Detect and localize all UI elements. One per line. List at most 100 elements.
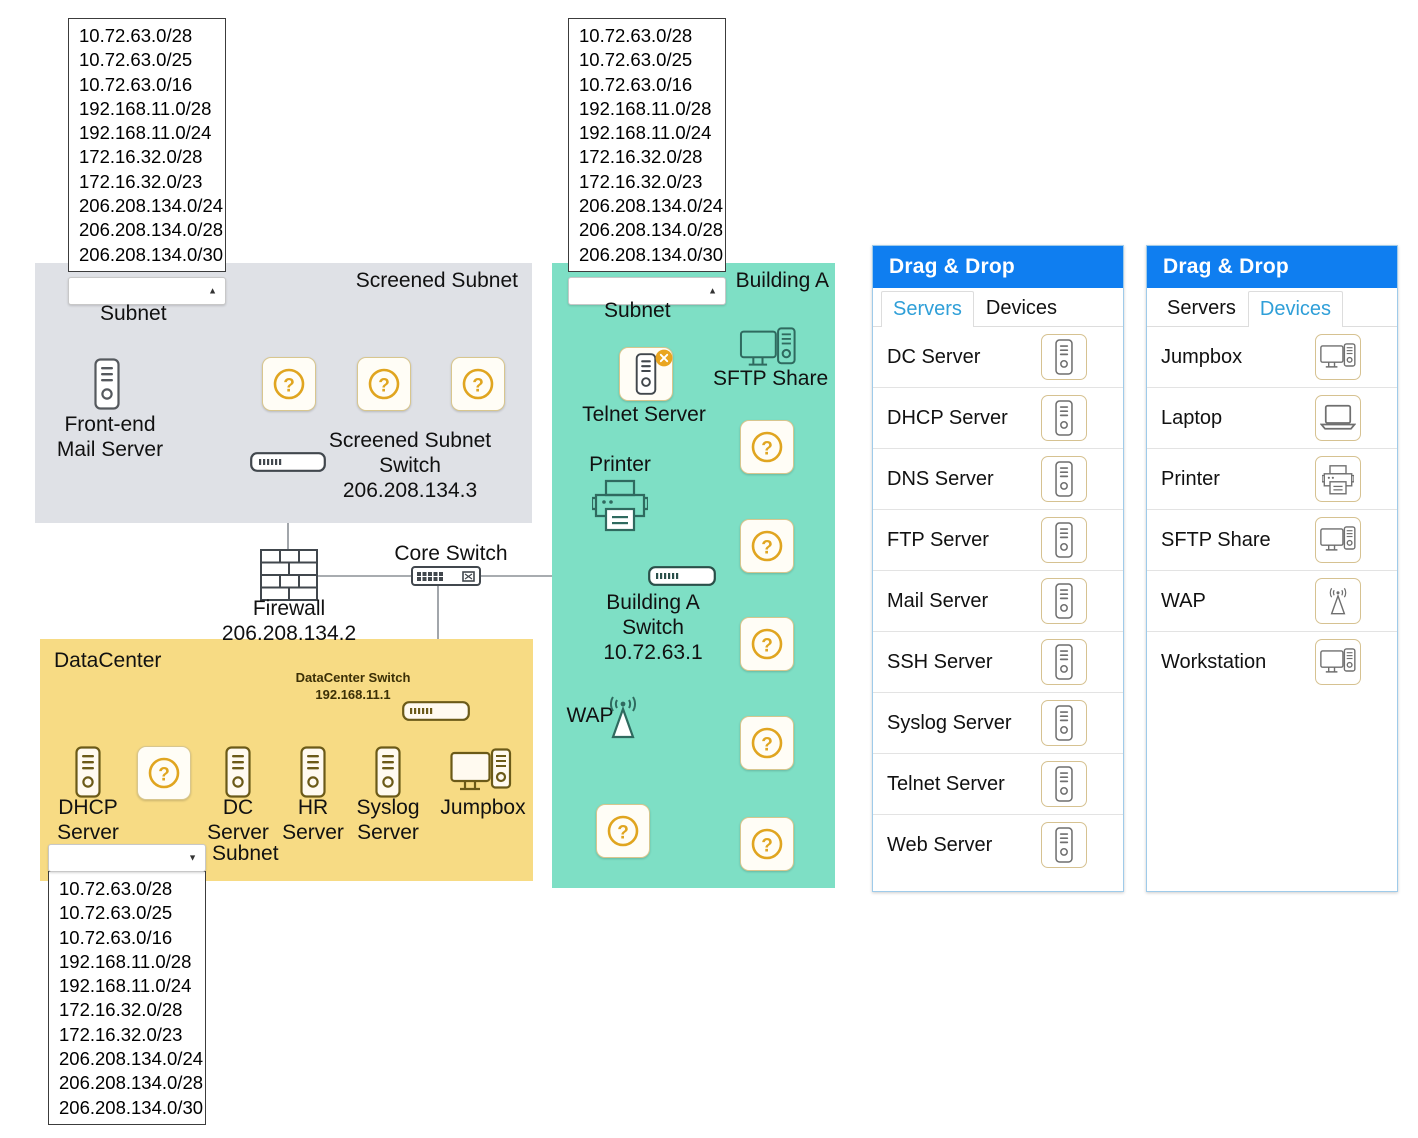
server-icon[interactable] <box>1041 395 1087 441</box>
drag-drop-item[interactable]: DNS Server <box>873 449 1123 510</box>
unknown-node-screened-2[interactable]: ? <box>357 357 411 411</box>
subnet-option[interactable]: 10.72.63.0/16 <box>69 73 225 97</box>
subnet-option[interactable]: 172.16.32.0/23 <box>49 1023 205 1047</box>
jumpbox-label: Jumpbox <box>428 795 538 820</box>
subnet-option[interactable]: 10.72.63.0/28 <box>49 877 205 901</box>
subnet-option[interactable]: 172.16.32.0/28 <box>49 998 205 1022</box>
zone-screened-subnet-title: Screened Subnet <box>355 269 518 292</box>
subnet-option[interactable]: 206.208.134.0/30 <box>569 243 725 267</box>
subnet-option[interactable]: 10.72.63.0/28 <box>569 24 725 48</box>
unknown-node-datacenter-1[interactable]: ? <box>137 746 191 800</box>
dc-server-icon <box>223 744 253 800</box>
unknown-node-screened-1[interactable]: ? <box>262 357 316 411</box>
building-a-switch-label: Building A Switch 10.72.63.1 <box>578 590 728 665</box>
subnet-option[interactable]: 206.208.134.0/24 <box>569 194 725 218</box>
subnet-option[interactable]: 206.208.134.0/24 <box>49 1047 205 1071</box>
subnet-option[interactable]: 10.72.63.0/16 <box>569 73 725 97</box>
tab-devices[interactable]: Devices <box>974 290 1069 326</box>
tab-devices-2[interactable]: Devices <box>1247 291 1344 327</box>
unknown-node-buildinga-4[interactable]: ? <box>740 716 794 770</box>
workstation-icon[interactable] <box>1315 334 1361 380</box>
subnet-select-screened[interactable]: ▲ <box>68 277 226 305</box>
server-icon[interactable] <box>1041 334 1087 380</box>
drag-drop-item[interactable]: Jumpbox <box>1147 327 1397 388</box>
screened-subnet-switch-label: Screened Subnet Switch 206.208.134.3 <box>315 428 505 503</box>
panel-servers-header-text: Drag & Drop <box>889 255 1015 278</box>
drag-drop-item[interactable]: Workstation <box>1147 632 1397 692</box>
drag-drop-item[interactable]: Laptop <box>1147 388 1397 449</box>
tab-servers[interactable]: Servers <box>881 291 974 327</box>
unknown-node-buildinga-1[interactable]: ? <box>740 420 794 474</box>
dhcp-server-icon <box>73 744 103 800</box>
unknown-node-buildinga-3[interactable]: ? <box>740 617 794 671</box>
printer-icon[interactable] <box>1315 456 1361 502</box>
drag-drop-item-label: Telnet Server <box>887 772 1005 795</box>
server-icon[interactable] <box>1041 822 1087 868</box>
subnet-option[interactable]: 192.168.11.0/24 <box>49 974 205 998</box>
drag-drop-item-label: Printer <box>1161 467 1220 490</box>
svg-text:?: ? <box>158 765 170 786</box>
subnet-option[interactable]: 172.16.32.0/28 <box>569 145 725 169</box>
drag-drop-item[interactable]: Syslog Server <box>873 693 1123 754</box>
server-icon[interactable] <box>1041 700 1087 746</box>
server-icon[interactable] <box>1041 517 1087 563</box>
unknown-node-wap-client[interactable]: ? <box>596 804 650 858</box>
core-switch-icon <box>411 566 481 586</box>
subnet-option[interactable]: 10.72.63.0/25 <box>49 901 205 925</box>
drag-drop-item[interactable]: SFTP Share <box>1147 510 1397 571</box>
subnet-option[interactable]: 192.168.11.0/24 <box>69 121 225 145</box>
subnet-option[interactable]: 10.72.63.0/25 <box>569 48 725 72</box>
panel-servers-item-list: DC Server DHCP Server DNS Server FTP Server… <box>873 327 1123 875</box>
subnet-option[interactable]: 192.168.11.0/28 <box>569 97 725 121</box>
subnet-option[interactable]: 206.208.134.0/30 <box>49 1096 205 1120</box>
server-icon[interactable] <box>1041 639 1087 685</box>
subnet-select-datacenter[interactable]: ▼ <box>48 844 206 872</box>
drag-drop-item-label: DC Server <box>887 345 981 368</box>
drag-drop-item[interactable]: Telnet Server <box>873 754 1123 815</box>
telnet-server-label-text: Telnet Server <box>582 403 706 426</box>
printer-label-text: Printer <box>589 453 651 476</box>
subnet-option[interactable]: 172.16.32.0/23 <box>69 170 225 194</box>
subnet-option[interactable]: 172.16.32.0/28 <box>69 145 225 169</box>
subnet-option[interactable]: 10.72.63.0/16 <box>49 926 205 950</box>
unknown-node-screened-3[interactable]: ? <box>451 357 505 411</box>
workstation-icon[interactable] <box>1315 517 1361 563</box>
tab-servers-2[interactable]: Servers <box>1155 290 1248 326</box>
subnet-option[interactable]: 10.72.63.0/25 <box>69 48 225 72</box>
drag-drop-item[interactable]: Mail Server <box>873 571 1123 632</box>
server-icon[interactable] <box>1041 578 1087 624</box>
drag-drop-item[interactable]: DC Server <box>873 327 1123 388</box>
drag-drop-item[interactable]: DHCP Server <box>873 388 1123 449</box>
server-icon[interactable] <box>1041 761 1087 807</box>
subnet-option[interactable]: 206.208.134.0/30 <box>69 243 225 267</box>
unknown-node-buildinga-2[interactable]: ? <box>740 519 794 573</box>
subnet-dropdown-list-datacenter[interactable]: 10.72.63.0/28 10.72.63.0/25 10.72.63.0/16 1… <box>48 871 206 1125</box>
panel-servers-tabs: Servers Devices <box>873 288 1123 327</box>
subnet-option[interactable]: 192.168.11.0/24 <box>569 121 725 145</box>
drag-drop-item-label: Mail Server <box>887 589 989 612</box>
hr-server-icon <box>298 744 328 800</box>
drag-drop-item[interactable]: FTP Server <box>873 510 1123 571</box>
subnet-option[interactable]: 10.72.63.0/28 <box>69 24 225 48</box>
subnet-option[interactable]: 172.16.32.0/23 <box>569 170 725 194</box>
wap-icon[interactable] <box>1315 578 1361 624</box>
drag-drop-item[interactable]: WAP <box>1147 571 1397 632</box>
workstation-icon[interactable] <box>1315 639 1361 685</box>
screened-switch-line2: Switch <box>379 454 441 477</box>
laptop-icon[interactable] <box>1315 395 1361 441</box>
subnet-dropdown-list-building-a[interactable]: 10.72.63.0/28 10.72.63.0/25 10.72.63.0/16 1… <box>568 18 726 272</box>
subnet-option[interactable]: 192.168.11.0/28 <box>49 950 205 974</box>
drag-drop-item[interactable]: Printer <box>1147 449 1397 510</box>
subnet-option[interactable]: 206.208.134.0/28 <box>49 1071 205 1095</box>
subnet-option[interactable]: 192.168.11.0/28 <box>69 97 225 121</box>
unknown-node-buildinga-5[interactable]: ? <box>740 817 794 871</box>
firewall-label: Firewall 206.208.134.2 <box>199 596 379 646</box>
subnet-dropdown-list-screened[interactable]: 10.72.63.0/28 10.72.63.0/25 10.72.63.0/16 1… <box>68 18 226 272</box>
drag-drop-item[interactable]: Web Server <box>873 815 1123 875</box>
server-icon[interactable] <box>1041 456 1087 502</box>
drag-drop-item[interactable]: SSH Server <box>873 632 1123 693</box>
building-a-switch-ip: 10.72.63.1 <box>603 641 703 664</box>
subnet-option[interactable]: 206.208.134.0/28 <box>69 218 225 242</box>
subnet-option[interactable]: 206.208.134.0/24 <box>69 194 225 218</box>
subnet-option[interactable]: 206.208.134.0/28 <box>569 218 725 242</box>
